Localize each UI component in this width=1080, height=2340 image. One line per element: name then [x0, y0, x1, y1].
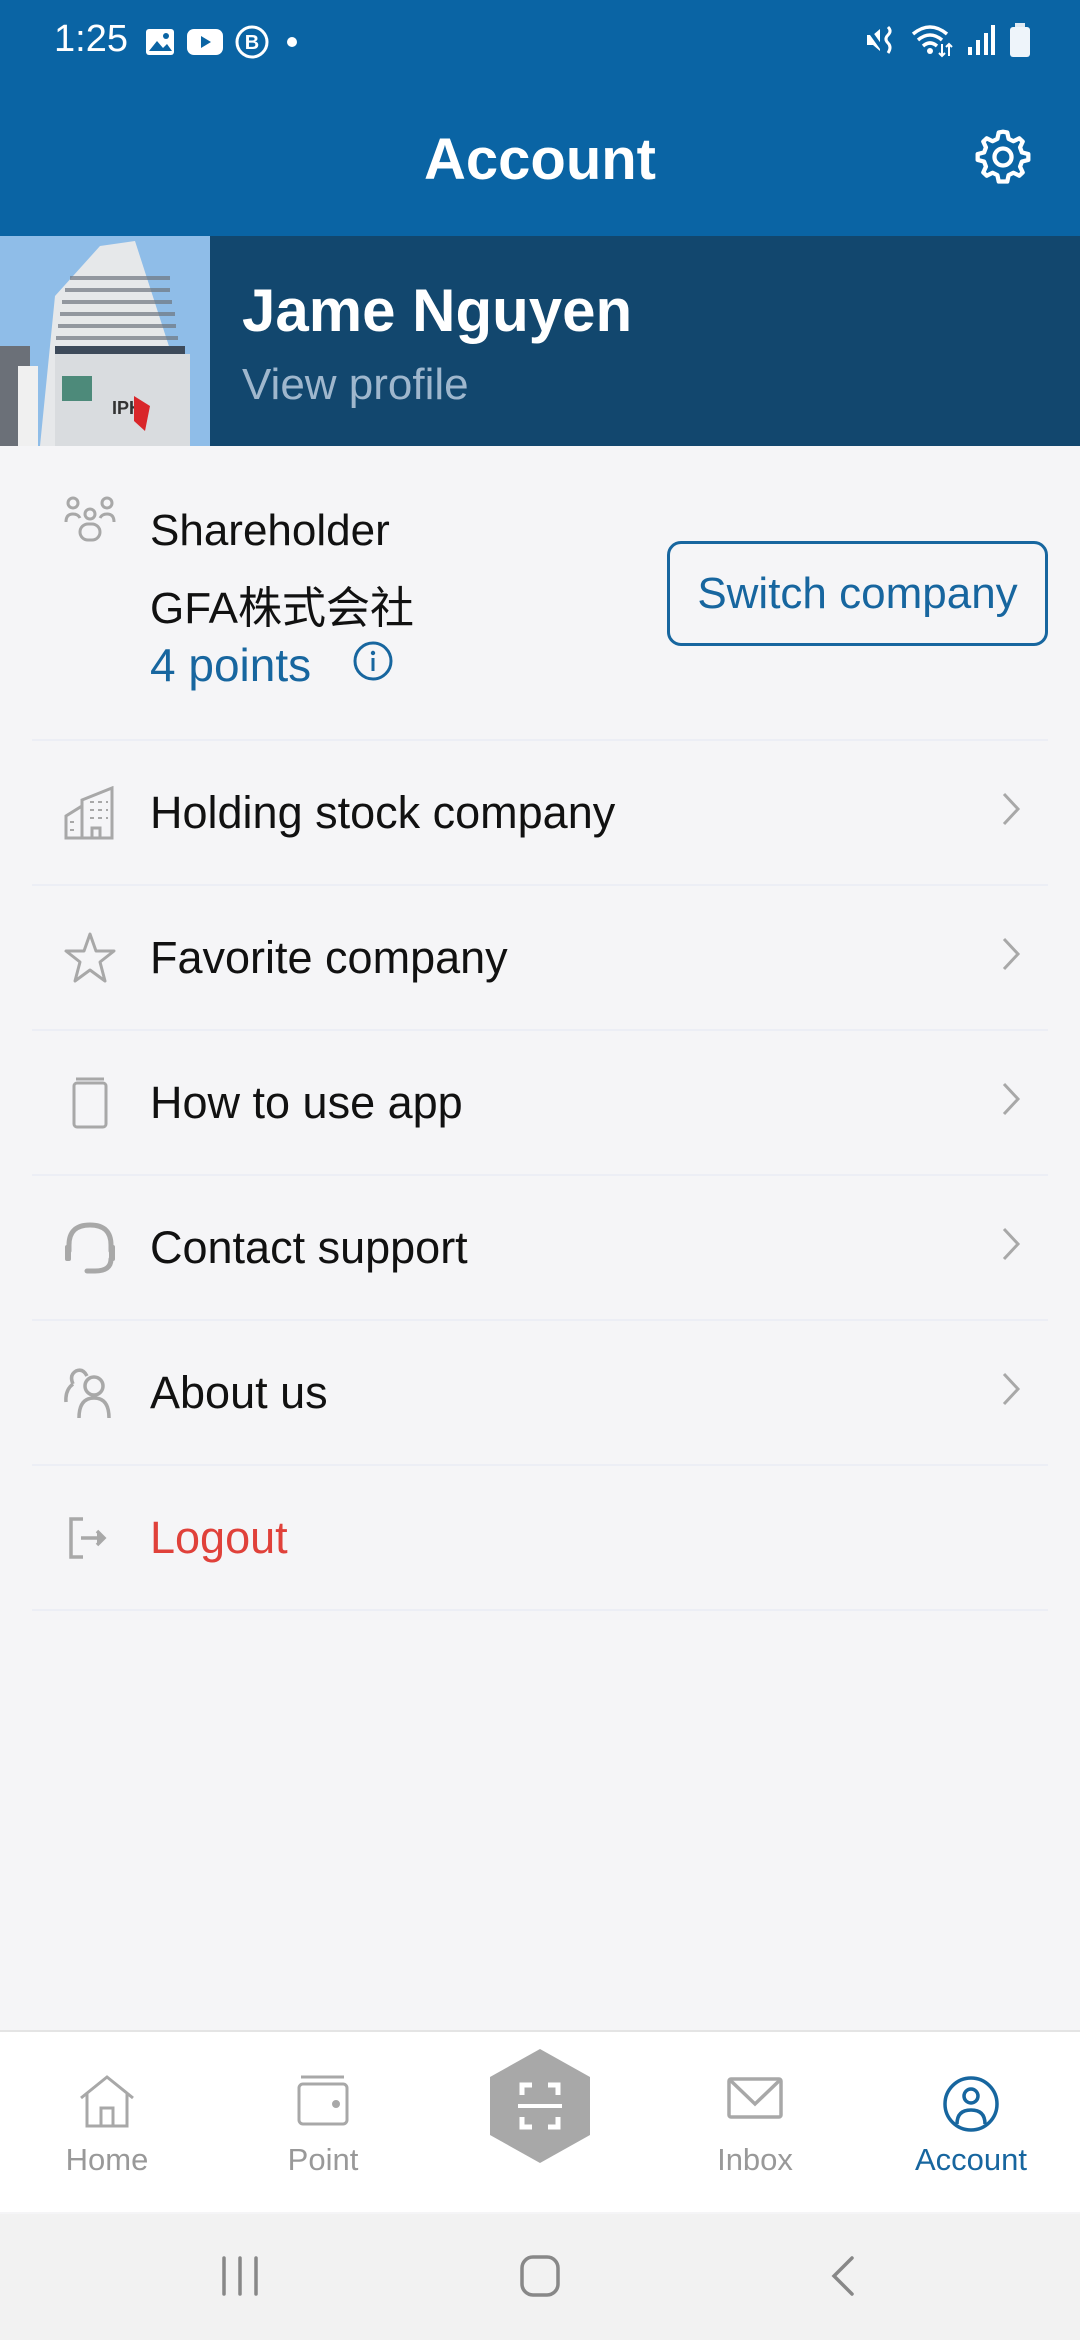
group-icon: [64, 496, 116, 547]
battery-icon: [1008, 22, 1032, 63]
nav-label: Point: [287, 2142, 359, 2177]
points-value[interactable]: 4 points: [150, 638, 311, 692]
nav-point[interactable]: Point: [233, 2032, 413, 2214]
nav-home[interactable]: Home: [17, 2032, 197, 2214]
account-circle-icon: [941, 2074, 1001, 2139]
profile-banner[interactable]: IPH Jame Nguyen View profile: [0, 236, 1080, 446]
home-icon: [77, 2074, 137, 2135]
status-left-icons: B: [144, 24, 304, 65]
chevron-right-icon: [1000, 1081, 1022, 1122]
gear-icon: [971, 125, 1035, 194]
menu-label: About us: [150, 1367, 328, 1418]
home-system-button[interactable]: [518, 2254, 562, 2303]
nav-account[interactable]: Account: [881, 2032, 1061, 2214]
switch-company-button[interactable]: Switch company: [667, 541, 1048, 646]
gallery-icon: [144, 26, 176, 63]
nav-label: Inbox: [717, 2142, 793, 2177]
wifi-icon: [910, 22, 954, 63]
settings-button[interactable]: [970, 126, 1036, 192]
logout-icon: [62, 1510, 118, 1566]
shareholder-card: Shareholder GFA株式会社 4 points Switch comp…: [32, 446, 1048, 741]
chevron-right-icon: [1000, 1371, 1022, 1412]
company-name: GFA株式会社: [150, 584, 415, 633]
headset-icon: [62, 1220, 118, 1276]
back-button[interactable]: [828, 2254, 858, 2303]
menu-item-how-to-use[interactable]: How to use app: [32, 1031, 1048, 1176]
logout-label: Logout: [150, 1512, 288, 1563]
scan-button[interactable]: [488, 2047, 592, 2165]
nav-label: Home: [65, 2142, 149, 2177]
page-title: Account: [424, 127, 656, 192]
menu-item-holding-stock[interactable]: Holding stock company: [32, 741, 1048, 886]
menu-item-logout[interactable]: Logout: [32, 1466, 1048, 1611]
status-right-icons: [864, 22, 1032, 63]
menu-list: Holding stock company Favorite company H…: [32, 741, 1048, 1611]
wallet-icon: [296, 2074, 350, 2131]
youtube-icon: [186, 27, 224, 62]
building-icon: [62, 785, 118, 841]
profile-name: Jame Nguyen: [242, 277, 633, 344]
profile-photo: IPH: [0, 236, 210, 446]
recent-apps-button[interactable]: [220, 2254, 260, 2303]
menu-label: Holding stock company: [150, 787, 616, 838]
menu-item-contact-support[interactable]: Contact support: [32, 1176, 1048, 1321]
chevron-right-icon: [1000, 936, 1022, 977]
svg-text:B: B: [245, 32, 259, 54]
vibrate-mute-icon: [864, 23, 898, 62]
chevron-right-icon: [1000, 791, 1022, 832]
menu-label: How to use app: [150, 1077, 463, 1128]
menu-item-about-us[interactable]: About us: [32, 1321, 1048, 1466]
chevron-right-icon: [1000, 1226, 1022, 1267]
nav-inbox[interactable]: Inbox: [665, 2032, 845, 2214]
star-icon: [62, 930, 118, 986]
view-profile-link[interactable]: View profile: [242, 360, 469, 410]
info-icon[interactable]: [352, 640, 394, 687]
users-icon: [62, 1365, 118, 1421]
dot-icon: [280, 32, 304, 57]
shareholder-role: Shareholder: [150, 506, 390, 555]
bottom-nav: Home Point Inbox Account: [0, 2030, 1080, 2212]
book-icon: [62, 1075, 118, 1131]
b-circle-icon: B: [234, 24, 270, 65]
system-nav-bar: [0, 2214, 1080, 2340]
app-header: Account: [0, 80, 1080, 236]
status-time: 1:25: [54, 18, 128, 60]
status-bar: 1:25 B: [0, 0, 1080, 80]
menu-label: Favorite company: [150, 932, 508, 983]
mail-icon: [726, 2074, 784, 2125]
signal-icon: [966, 23, 996, 62]
nav-label: Account: [914, 2142, 1027, 2177]
menu-item-favorite-company[interactable]: Favorite company: [32, 886, 1048, 1031]
menu-label: Contact support: [150, 1222, 468, 1273]
